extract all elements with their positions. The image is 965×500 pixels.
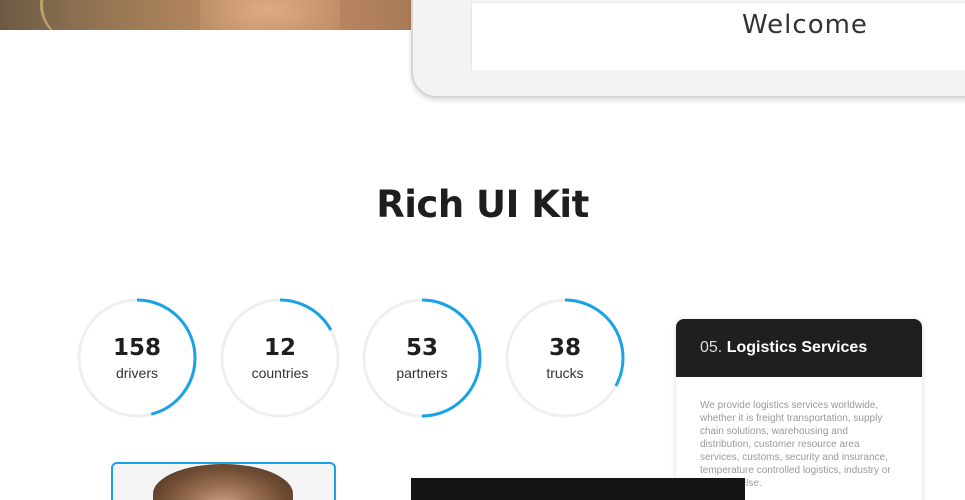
- service-number: 05.: [700, 339, 723, 356]
- tablet-mockup: Welcome: [411, 0, 965, 98]
- dark-panel: [411, 478, 745, 500]
- tablet-screen-divider: [472, 2, 965, 3]
- person-photo: [153, 464, 293, 500]
- service-card-header: 05. Logistics Services: [676, 319, 922, 377]
- tablet-welcome-heading: Welcome: [742, 10, 868, 40]
- counter-label: drivers: [115, 365, 158, 381]
- counter-drivers: 158 drivers: [76, 297, 198, 419]
- counter-trucks: 38 trucks: [504, 297, 626, 419]
- tablet-screen: Welcome: [471, 2, 965, 70]
- hero-photo: [0, 0, 412, 30]
- service-description: We provide logistics services worldwide,…: [700, 400, 891, 489]
- counter-countries: 12 countries: [219, 297, 341, 419]
- counter-label: countries: [251, 365, 309, 381]
- counter-label: trucks: [546, 365, 584, 381]
- counter-value: 12: [263, 335, 296, 361]
- road-line: [40, 0, 160, 30]
- counter-value: 53: [405, 335, 438, 361]
- counter-value: 38: [548, 335, 581, 361]
- team-photo-card[interactable]: [111, 462, 336, 500]
- counter-label: partners: [396, 365, 448, 381]
- photo-glow: [200, 0, 340, 30]
- service-card[interactable]: 05. Logistics Services We provide logist…: [676, 319, 922, 500]
- section-title: Rich UI Kit: [376, 183, 589, 226]
- counter-value: 158: [112, 335, 161, 361]
- counter-partners: 53 partners: [361, 297, 483, 419]
- service-title: Logistics Services: [726, 339, 868, 356]
